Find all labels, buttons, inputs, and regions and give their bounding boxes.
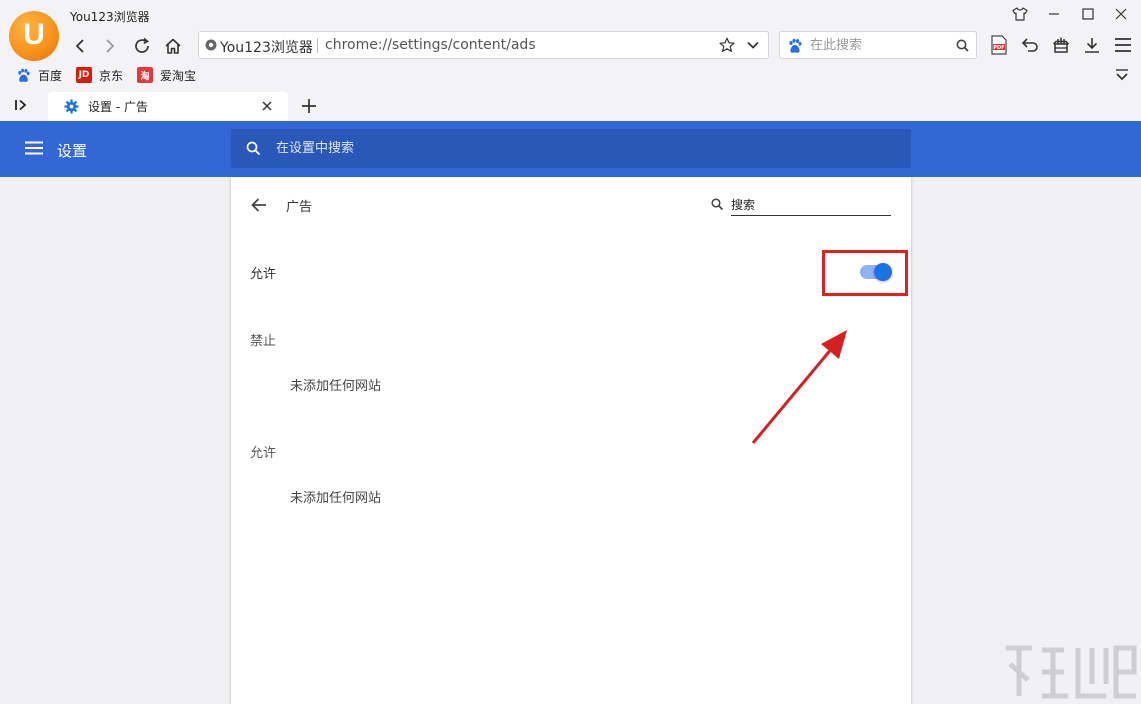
skin-icon[interactable] — [1007, 4, 1033, 24]
address-bar[interactable]: You123浏览器 chrome://settings/content/ads — [198, 31, 769, 59]
main-menu-icon[interactable] — [1112, 34, 1134, 56]
address-url[interactable]: chrome://settings/content/ads — [325, 37, 536, 53]
search-icon[interactable] — [956, 39, 969, 52]
watermark-logo — [1006, 645, 1137, 699]
bookmarks-expand-icon[interactable] — [1115, 68, 1129, 82]
jd-icon: JD — [76, 67, 92, 83]
browser-logo: U — [9, 11, 59, 61]
pdf-icon[interactable]: PDF — [988, 34, 1010, 56]
baidu-paw-icon[interactable] — [787, 38, 803, 54]
home-button[interactable] — [161, 34, 185, 58]
address-separator — [317, 38, 318, 53]
blocked-section-header: 禁止 — [250, 334, 277, 349]
page-search[interactable] — [711, 195, 891, 217]
bookmark-jd[interactable]: JD 京东 — [76, 66, 123, 84]
tab-title: 设置 - 广告 — [88, 100, 148, 114]
back-arrow-icon[interactable] — [250, 196, 268, 214]
sidebar-toggle-icon[interactable] — [14, 98, 28, 112]
highlight-box — [822, 250, 908, 296]
bookmark-baidu[interactable]: 百度 — [15, 66, 62, 84]
browser-chrome: U You123浏览器 You123浏览器 chrome://settings/… — [0, 0, 1141, 121]
svg-text:PDF: PDF — [993, 45, 1004, 51]
bookmark-star-icon[interactable] — [719, 37, 735, 53]
extension-store-icon[interactable] — [1050, 34, 1072, 56]
settings-title: 设置 — [57, 142, 88, 160]
close-tab-icon[interactable] — [261, 100, 273, 112]
annotation-arrow — [751, 330, 847, 444]
address-site-name: You123浏览器 — [220, 40, 313, 56]
minimize-button[interactable] — [1041, 4, 1067, 24]
hamburger-menu-icon[interactable] — [25, 141, 43, 155]
baidu-paw-icon — [15, 67, 31, 83]
settings-header: 设置 — [0, 121, 1141, 177]
search-input[interactable] — [810, 37, 950, 54]
settings-search-box[interactable] — [231, 129, 911, 168]
bookmark-label: 百度 — [38, 68, 63, 83]
page-title: 广告 — [286, 200, 313, 215]
taobao-icon: 淘 — [137, 67, 153, 83]
back-button[interactable] — [68, 34, 92, 58]
allow-toggle-label: 允许 — [250, 267, 277, 282]
blocked-empty-message: 未添加任何网站 — [290, 379, 382, 394]
forward-button[interactable] — [98, 34, 122, 58]
search-icon — [711, 198, 724, 211]
download-icon[interactable] — [1081, 34, 1103, 56]
maximize-button[interactable] — [1075, 4, 1101, 24]
page-search-input[interactable] — [731, 195, 891, 216]
bookmark-taobao[interactable]: 淘 爱淘宝 — [137, 66, 196, 84]
search-icon — [246, 141, 261, 156]
bookmark-label: 爱淘宝 — [160, 68, 197, 83]
allowed-empty-message: 未添加任何网站 — [290, 491, 382, 506]
undo-close-icon[interactable] — [1019, 34, 1041, 56]
allowed-section-header: 允许 — [250, 446, 277, 461]
window-title: You123浏览器 — [70, 10, 150, 24]
new-tab-icon[interactable] — [300, 97, 318, 115]
tab-settings-ads[interactable]: 设置 - 广告 — [48, 92, 288, 121]
gear-icon — [64, 99, 79, 114]
settings-search-input[interactable] — [276, 139, 876, 158]
bookmark-label: 京东 — [99, 68, 124, 83]
reload-button[interactable] — [130, 34, 154, 58]
site-info-icon[interactable] — [205, 39, 217, 51]
search-box[interactable] — [779, 31, 977, 59]
close-window-button[interactable] — [1108, 4, 1134, 24]
chevron-down-icon[interactable] — [746, 38, 760, 52]
